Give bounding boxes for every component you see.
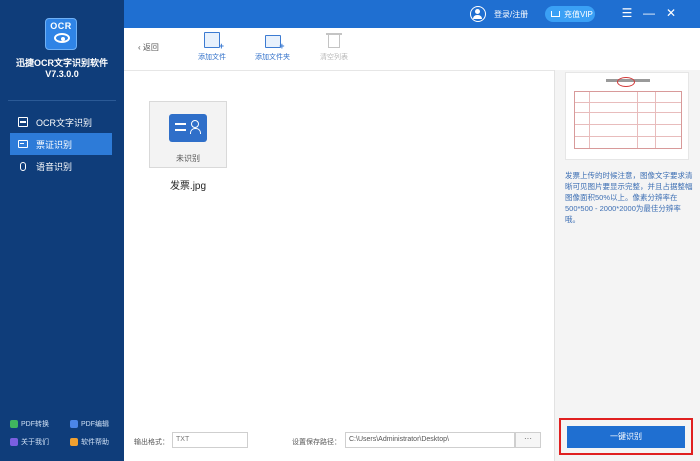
clear-list-label: 清空列表 (320, 54, 348, 61)
vip-label: 充值VIP (564, 9, 593, 19)
card-icon (18, 140, 28, 148)
sidebar: OCR 迅捷OCR文字识别软件 V7.3.0.0 OCR文字识别 票证识别 语音… (0, 0, 124, 461)
help-link[interactable]: 软件帮助 (70, 437, 109, 447)
save-path-label: 设置保存路径： (292, 439, 341, 446)
file-card[interactable]: 未识别 (149, 101, 227, 168)
help-label: 软件帮助 (81, 439, 109, 446)
logo-text: OCR (50, 21, 72, 31)
sidebar-item-label: 票证识别 (36, 139, 73, 150)
app-version: V7.3.0.0 (45, 69, 79, 79)
sidebar-item-ocr[interactable]: OCR文字识别 (10, 111, 112, 133)
sidebar-item-ticket[interactable]: 票证识别 (10, 133, 112, 155)
pdf-edit-label: PDF编辑 (81, 421, 109, 428)
add-file-icon (204, 32, 224, 51)
sidebar-item-label: OCR文字识别 (36, 117, 92, 128)
toolbar: ‹ 返回 添加文件 添加文件夹 清空列表 (124, 28, 700, 70)
invoice-preview-image (565, 72, 689, 160)
upload-tips: 发票上传的时候注意，图像文字要求清晰可见图片要显示完整，并且占据整幅图像面积50… (565, 171, 693, 224)
app-logo: OCR (45, 18, 77, 50)
help-icon (70, 438, 78, 446)
toolbar-divider (124, 70, 554, 71)
pdf-convert-link[interactable]: PDF转换 (10, 419, 49, 429)
output-format-field[interactable]: TXT (172, 432, 248, 448)
trash-icon (326, 33, 342, 48)
user-icon[interactable] (470, 6, 486, 22)
about-label: 关于我们 (21, 439, 49, 446)
sidebar-item-voice[interactable]: 语音识别 (10, 155, 112, 177)
sidebar-item-label: 语音识别 (36, 161, 73, 172)
back-label: 返回 (142, 43, 159, 52)
add-folder-label: 添加文件夹 (255, 54, 290, 61)
login-register-link[interactable]: 登录/注册 (494, 9, 528, 20)
sidebar-divider (8, 100, 116, 101)
app-name: 迅捷OCR文字识别软件 (16, 58, 108, 68)
right-panel: 发票上传的时候注意，图像文字要求清晰可见图片要显示完整，并且占据整幅图像面积50… (554, 70, 700, 461)
save-path-field[interactable]: C:\Users\Administrator\Desktop\ (345, 432, 515, 448)
output-format-label: 输出格式： (134, 439, 169, 446)
close-icon[interactable]: ✕ (664, 6, 678, 20)
vip-button[interactable]: 充值VIP (545, 6, 595, 22)
title-bar: 登录/注册 充值VIP ☰ — ✕ (124, 0, 700, 28)
add-folder-button[interactable]: 添加文件夹 (255, 32, 290, 62)
pdf-convert-label: PDF转换 (21, 421, 49, 428)
scan-icon (18, 117, 28, 127)
pdf-edit-link[interactable]: PDF编辑 (70, 419, 109, 429)
minimize-icon[interactable]: — (642, 6, 656, 20)
seal-icon (617, 77, 635, 87)
browse-button[interactable]: ··· (515, 432, 541, 448)
add-file-button[interactable]: 添加文件 (198, 32, 226, 62)
file-status: 未识别 (176, 154, 200, 163)
pdf-edit-icon (70, 420, 78, 428)
add-file-label: 添加文件 (198, 54, 226, 61)
id-card-icon (169, 114, 207, 142)
about-link[interactable]: 关于我们 (10, 437, 49, 447)
crown-icon (551, 11, 560, 17)
chevron-left-icon: ‹ (138, 43, 141, 52)
pdf-convert-icon (10, 420, 18, 428)
add-folder-icon (264, 35, 285, 51)
back-button[interactable]: ‹ 返回 (138, 42, 159, 53)
menu-icon[interactable]: ☰ (620, 6, 634, 20)
file-name: 发票.jpg (169, 181, 207, 192)
mic-icon (20, 161, 26, 171)
clear-list-button[interactable]: 清空列表 (320, 32, 348, 62)
eye-icon (54, 33, 70, 43)
about-icon (10, 438, 18, 446)
one-click-ocr-button[interactable]: 一键识别 (567, 426, 685, 448)
